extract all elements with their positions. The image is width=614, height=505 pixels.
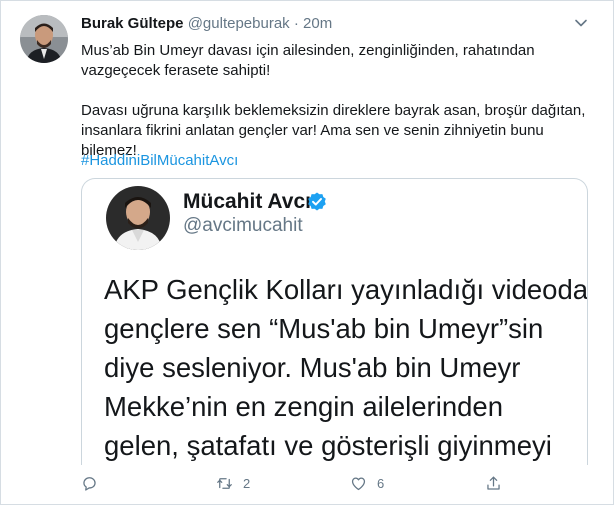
like-button[interactable]: 6 bbox=[349, 471, 384, 495]
tweet-text: Mus’ab Bin Umeyr davası için ailesinden,… bbox=[81, 41, 586, 161]
tweet-header: Burak Gültepe @gultepeburak · 20m bbox=[81, 15, 332, 32]
reply-icon bbox=[83, 476, 96, 491]
quoted-text-line: AKP Gençlik Kolları yayınladığı videoda bbox=[104, 274, 588, 305]
share-icon bbox=[487, 476, 500, 490]
hashtag-link[interactable]: #HaddiniBilMücahitAvcı bbox=[81, 151, 238, 171]
chevron-down-icon[interactable] bbox=[572, 14, 590, 32]
tweet-timestamp[interactable]: 20m bbox=[303, 15, 332, 32]
quoted-text-line: Mekke’nin en zengin ailelerinden bbox=[104, 391, 504, 422]
quoted-author-avatar[interactable] bbox=[106, 186, 170, 250]
quoted-author-name[interactable]: Mücahit Avcı bbox=[183, 190, 311, 214]
quoted-tweet[interactable]: Mücahit Avcı @avcimucahit AKP Gençlik Ko… bbox=[81, 178, 588, 465]
reply-button[interactable] bbox=[80, 471, 108, 495]
quoted-text-line: gençlere sen “Mus'ab bin Umeyr”sin bbox=[104, 313, 544, 344]
quoted-tweet-text: AKP Gençlik Kolları yayınladığı videoda … bbox=[104, 270, 588, 465]
action-bar: 2 6 bbox=[1, 471, 614, 501]
author-handle[interactable]: @gultepeburak bbox=[188, 15, 290, 32]
tweet-text-paragraph-1: Mus’ab Bin Umeyr davası için ailesinden,… bbox=[81, 42, 535, 79]
quoted-text-line: diye sesleniyor. Mus'ab bin Umeyr bbox=[104, 352, 521, 383]
quoted-text-line: gelen, şatafatı ve gösterişli giyinmeyi bbox=[104, 430, 552, 461]
tweet-card: Burak Gültepe @gultepeburak · 20m Mus’ab… bbox=[0, 0, 614, 505]
retweet-count: 2 bbox=[243, 475, 251, 491]
like-count: 6 bbox=[377, 475, 385, 491]
verified-badge-icon bbox=[306, 191, 328, 213]
heart-icon bbox=[351, 476, 366, 490]
author-name[interactable]: Burak Gültepe bbox=[81, 15, 184, 32]
separator-dot: · bbox=[293, 15, 299, 32]
author-avatar[interactable] bbox=[20, 15, 68, 63]
quoted-author-handle[interactable]: @avcimucahit bbox=[183, 215, 303, 237]
retweet-button[interactable]: 2 bbox=[215, 471, 250, 495]
share-button[interactable] bbox=[484, 471, 503, 495]
retweet-icon bbox=[217, 477, 232, 489]
